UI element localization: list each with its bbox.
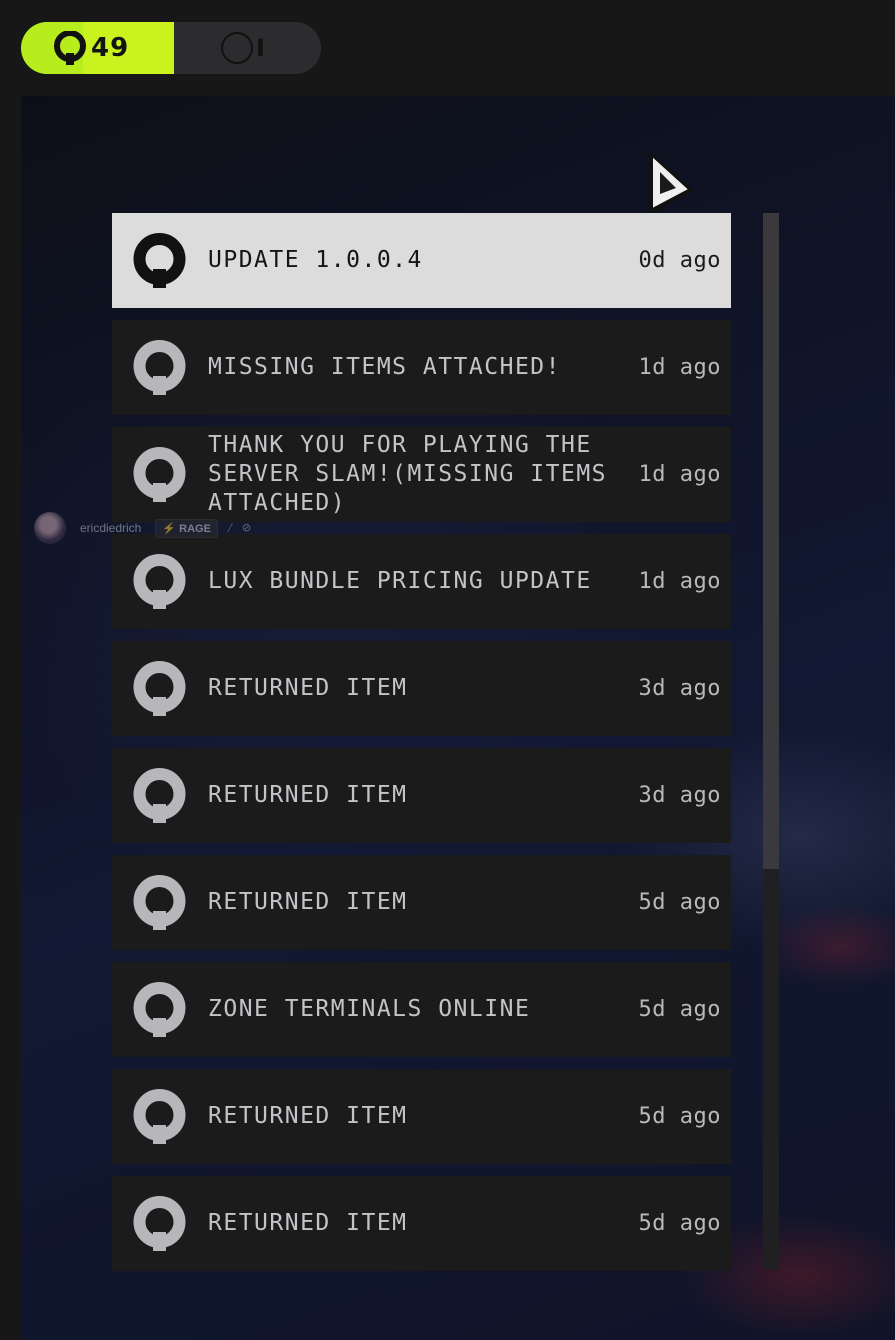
ring-logo-icon: [132, 982, 187, 1037]
notification-time: 0d ago: [638, 248, 721, 273]
notification-time: 5d ago: [638, 997, 721, 1022]
slash-icon: ⁄: [225, 519, 235, 536]
scrollbar[interactable]: [763, 213, 779, 1269]
scrollbar-thumb[interactable]: [763, 213, 779, 869]
avatar: [34, 512, 66, 544]
overlay-username: ericdiedrich: [80, 521, 142, 535]
ring-logo-icon: [132, 661, 187, 716]
tab-notifications-count: 49: [91, 33, 130, 63]
notification-time: 5d ago: [638, 1104, 721, 1129]
tab-secondary-label: I: [256, 34, 265, 62]
notification-title: MISSING ITEMS ATTACHED!: [208, 354, 561, 380]
notification-time: 3d ago: [638, 783, 721, 808]
no-signal-icon: ⊘: [242, 520, 251, 536]
ring-logo-icon: [132, 233, 187, 288]
notification-row[interactable]: MISSING ITEMS ATTACHED! 1d ago: [112, 320, 731, 415]
notification-time: 5d ago: [638, 1211, 721, 1236]
notification-row[interactable]: UPDATE 1.0.0.4 0d ago: [112, 213, 731, 308]
ring-logo-icon: [132, 768, 187, 823]
notification-row[interactable]: LUX BUNDLE PRICING UPDATE 1d ago: [112, 534, 731, 629]
notification-row[interactable]: ZONE TERMINALS ONLINE 5d ago: [112, 962, 731, 1057]
ring-logo-icon: [132, 340, 187, 395]
notification-title: UPDATE 1.0.0.4: [208, 247, 423, 273]
notification-time: 3d ago: [638, 676, 721, 701]
notification-time: 5d ago: [638, 890, 721, 915]
overlay-badge-label: RAGE: [179, 522, 211, 535]
notification-title: RETURNED ITEM: [208, 889, 408, 915]
notification-title: RETURNED ITEM: [208, 1103, 408, 1129]
ring-logo-icon: [54, 31, 86, 65]
notification-title: THANK YOU FOR PLAYING THE SERVER SLAM!(M…: [208, 432, 608, 516]
ring-logo-icon: [132, 1196, 187, 1251]
notification-time: 1d ago: [638, 569, 721, 594]
circle-outline-icon: [221, 32, 253, 64]
ring-logo-icon: [132, 554, 187, 609]
notification-title: ZONE TERMINALS ONLINE: [208, 996, 531, 1022]
overlay-badge: ⚡ RAGE: [155, 518, 218, 538]
notification-row[interactable]: RETURNED ITEM 3d ago: [112, 641, 731, 736]
notification-title: RETURNED ITEM: [208, 1210, 408, 1236]
cursor-pointer-icon: [648, 152, 695, 217]
streamer-overlay: ericdiedrich ⚡ RAGE ⁄ ⊘: [34, 512, 251, 544]
notification-row[interactable]: RETURNED ITEM 5d ago: [112, 855, 731, 950]
notification-time: 1d ago: [638, 462, 721, 487]
ring-logo-icon: [132, 1089, 187, 1144]
notification-row[interactable]: THANK YOU FOR PLAYING THE SERVER SLAM!(M…: [112, 427, 731, 522]
ring-logo-icon: [132, 447, 187, 502]
notification-title: RETURNED ITEM: [208, 782, 408, 808]
ring-logo-icon: [132, 875, 187, 930]
top-bar: 49 I: [0, 0, 895, 96]
notification-title: RETURNED ITEM: [208, 675, 408, 701]
tab-notifications[interactable]: 49: [21, 22, 189, 74]
notification-row[interactable]: RETURNED ITEM 5d ago: [112, 1069, 731, 1164]
notification-row[interactable]: RETURNED ITEM 5d ago: [112, 1176, 731, 1271]
tab-secondary[interactable]: I: [174, 22, 321, 74]
notification-title: LUX BUNDLE PRICING UPDATE: [208, 568, 592, 594]
notification-row[interactable]: RETURNED ITEM 3d ago: [112, 748, 731, 843]
notification-time: 1d ago: [638, 355, 721, 380]
